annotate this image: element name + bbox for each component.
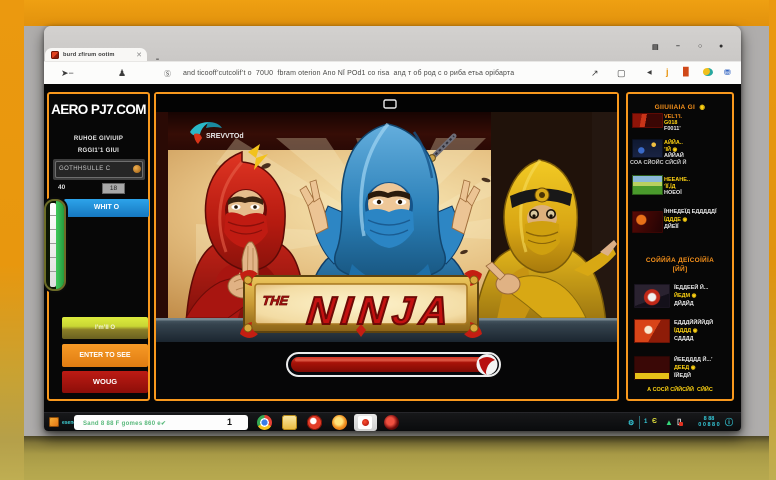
svg-text:THE: THE [262,293,290,308]
svg-text:SREVVTOd: SREVVTOd [206,133,244,140]
svg-text:NINJA: NINJA [305,290,456,333]
